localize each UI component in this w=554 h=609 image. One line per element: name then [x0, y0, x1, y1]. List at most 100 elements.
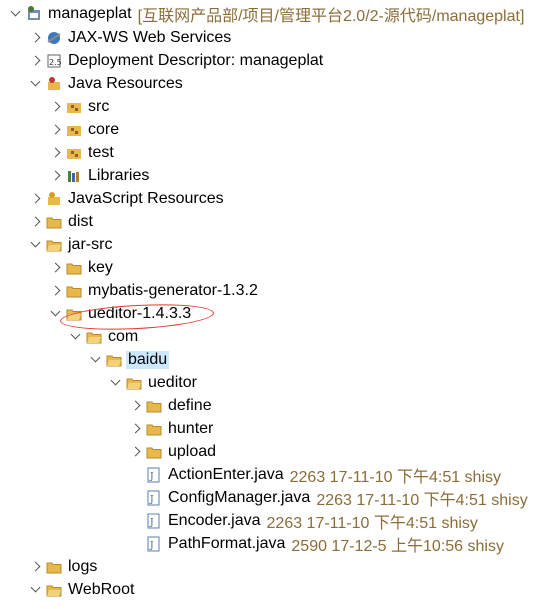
folder-open-icon — [46, 582, 62, 598]
java-file-icon: J — [146, 536, 162, 552]
tree-item-baidu[interactable]: baidu — [88, 348, 170, 371]
expand-toggle[interactable] — [48, 260, 64, 276]
source-folder-icon — [66, 145, 82, 161]
file-meta: 2263 17-11-10 下午4:51 shisy — [289, 468, 502, 486]
tree-label: JAX-WS Web Services — [68, 28, 232, 46]
expand-toggle[interactable] — [8, 6, 24, 22]
tree-label: src — [88, 97, 110, 115]
tree-label: jar-src — [68, 235, 113, 253]
file-name: ActionEnter.java — [168, 465, 284, 483]
java-resources-icon — [46, 76, 62, 92]
svg-text:J: J — [149, 472, 154, 482]
folder-icon — [146, 421, 162, 437]
tree-item-jaxws[interactable]: JAX-WS Web Services — [28, 26, 233, 49]
project-path: [互联网产品部/项目/管理平台2.0/2-源代码/manageplat] — [137, 7, 525, 25]
expand-toggle[interactable] — [28, 191, 44, 207]
tree-item-ueditor[interactable]: ueditor — [108, 371, 199, 394]
file-meta: 2263 17-11-10 下午4:51 shisy — [316, 491, 528, 509]
tree-label: Deployment Descriptor: manageplat — [68, 51, 324, 69]
expand-toggle[interactable] — [48, 283, 64, 299]
folder-icon — [66, 260, 82, 276]
tree-item-key[interactable]: key — [48, 256, 115, 279]
javascript-resources-icon — [46, 191, 62, 207]
tree-item-project[interactable]: manageplat [互联网产品部/项目/管理平台2.0/2-源代码/mana… — [8, 2, 524, 25]
tree-item-file[interactable]: J Encoder.java 2263 17-11-10 下午4:51 shis… — [146, 509, 478, 532]
tree-item-file[interactable]: J PathFormat.java 2590 17-12-5 上午10:56 s… — [146, 532, 504, 555]
expand-toggle[interactable] — [28, 559, 44, 575]
tree-item-logs[interactable]: logs — [28, 555, 99, 578]
expand-toggle[interactable] — [48, 306, 64, 322]
folder-icon — [146, 444, 162, 460]
tree-item-file[interactable]: J ActionEnter.java 2263 17-11-10 下午4:51 … — [146, 463, 501, 486]
tree-label: mybatis-generator-1.3.2 — [88, 281, 258, 299]
expand-toggle[interactable] — [28, 53, 44, 69]
deployment-descriptor-icon: 2.5 — [46, 53, 62, 69]
expand-toggle[interactable] — [128, 398, 144, 414]
tree-label: key — [88, 258, 113, 276]
web-project-icon — [26, 5, 42, 22]
tree-label: dist — [68, 212, 93, 230]
expand-toggle[interactable] — [48, 145, 64, 161]
expand-toggle[interactable] — [48, 99, 64, 115]
svg-text:J: J — [149, 495, 154, 505]
tree-label: JavaScript Resources — [68, 189, 224, 207]
file-name: PathFormat.java — [168, 534, 286, 552]
java-file-icon: J — [146, 467, 162, 483]
tree-item-upload[interactable]: upload — [128, 440, 218, 463]
source-folder-icon — [66, 122, 82, 138]
file-name: ConfigManager.java — [168, 488, 311, 506]
expand-toggle[interactable] — [28, 214, 44, 230]
expand-toggle[interactable] — [88, 352, 104, 368]
tree-item-src[interactable]: src — [48, 95, 111, 118]
project-name: manageplat — [48, 4, 132, 22]
tree-item-test[interactable]: test — [48, 141, 116, 164]
tree-label-selected: baidu — [126, 350, 170, 369]
expand-toggle[interactable] — [48, 168, 64, 184]
web-services-icon — [46, 30, 62, 46]
folder-icon — [46, 214, 62, 230]
expand-toggle[interactable] — [48, 122, 64, 138]
svg-text:J: J — [149, 541, 154, 551]
tree-label: Libraries — [88, 166, 150, 184]
tree-item-define[interactable]: define — [128, 394, 214, 417]
expand-toggle[interactable] — [28, 582, 44, 598]
tree-label: test — [88, 143, 114, 161]
tree-item-ueditor-1433[interactable]: ueditor-1.4.3.3 — [48, 302, 193, 325]
tree-label: hunter — [168, 419, 214, 437]
expand-toggle[interactable] — [28, 237, 44, 253]
expand-toggle[interactable] — [128, 444, 144, 460]
tree-item-com[interactable]: com — [68, 325, 140, 348]
tree-label: logs — [68, 557, 98, 575]
folder-icon — [46, 559, 62, 575]
svg-text:J: J — [149, 518, 154, 528]
expand-toggle[interactable] — [28, 76, 44, 92]
tree-item-core[interactable]: core — [48, 118, 121, 141]
tree-label: ueditor-1.4.3.3 — [88, 304, 192, 322]
tree-label: com — [108, 327, 139, 345]
tree-item-js-resources[interactable]: JavaScript Resources — [28, 187, 226, 210]
tree-label: define — [168, 396, 212, 414]
file-meta: 2590 17-12-5 上午10:56 shisy — [291, 537, 504, 555]
tree-item-deployment[interactable]: 2.5 Deployment Descriptor: manageplat — [28, 49, 325, 72]
tree-item-webroot[interactable]: WebRoot — [28, 578, 136, 601]
tree-item-java-resources[interactable]: Java Resources — [28, 72, 185, 95]
tree-label: ueditor — [148, 373, 197, 391]
tree-item-file[interactable]: J ConfigManager.java 2263 17-11-10 下午4:5… — [146, 486, 528, 509]
expand-toggle[interactable] — [28, 30, 44, 46]
tree-item-hunter[interactable]: hunter — [128, 417, 215, 440]
project-explorer-tree: manageplat [互联网产品部/项目/管理平台2.0/2-源代码/mana… — [0, 0, 554, 609]
folder-open-icon — [106, 352, 122, 368]
tree-label: Java Resources — [68, 74, 183, 92]
folder-icon — [66, 283, 82, 299]
tree-item-jar-src[interactable]: jar-src — [28, 233, 114, 256]
tree-item-libraries[interactable]: Libraries — [48, 164, 151, 187]
tree-item-mybatis[interactable]: mybatis-generator-1.3.2 — [48, 279, 260, 302]
expand-toggle[interactable] — [128, 421, 144, 437]
folder-open-icon — [46, 237, 62, 253]
folder-open-icon — [126, 375, 142, 391]
tree-item-dist[interactable]: dist — [28, 210, 95, 233]
folder-icon — [146, 398, 162, 414]
expand-toggle[interactable] — [68, 329, 84, 345]
expand-toggle[interactable] — [108, 375, 124, 391]
folder-open-icon — [86, 329, 102, 345]
